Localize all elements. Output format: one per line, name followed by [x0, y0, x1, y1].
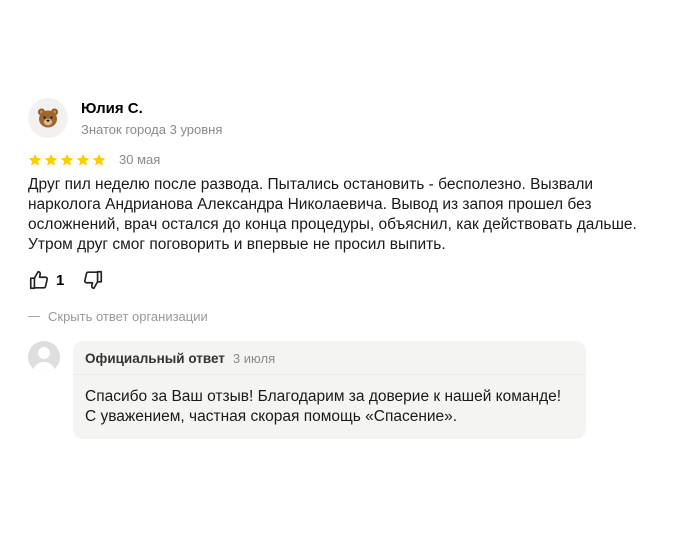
author-row: Юлия С. Знаток города 3 уровня [28, 98, 668, 139]
dash-divider [28, 316, 40, 317]
thumbs-down-icon [84, 270, 103, 290]
star-icon [28, 153, 42, 166]
hide-reply-label: Скрыть ответ организации [48, 309, 208, 324]
reply-title: Официальный ответ [85, 351, 225, 366]
review-text: Друг пил неделю после развода. Пытались … [28, 176, 637, 253]
star-icon [44, 153, 58, 166]
dislike-button[interactable] [82, 269, 104, 291]
reply-header: Официальный ответ 3 июля [73, 341, 586, 375]
reply-text: Спасибо за Ваш отзыв! Благодарим за дове… [85, 388, 562, 425]
bear-icon [38, 108, 58, 128]
like-count: 1 [56, 271, 65, 289]
star-icon [92, 153, 106, 166]
star-icon [60, 153, 74, 166]
official-reply: Официальный ответ 3 июля Спасибо за Ваш … [28, 341, 668, 439]
star-icon [76, 153, 90, 166]
reply-date: 3 июля [232, 351, 276, 366]
author-avatar[interactable] [28, 98, 68, 138]
author-info: Юлия С. Знаток города 3 уровня [81, 98, 222, 139]
author-level: Знаток города 3 уровня [81, 122, 223, 137]
star-rating [28, 153, 106, 167]
thumbs-up-icon [29, 270, 49, 290]
organization-avatar [28, 341, 60, 373]
review-date: 30 мая [119, 152, 161, 167]
person-icon [33, 347, 55, 373]
reply-bubble: Официальный ответ 3 июля Спасибо за Ваш … [73, 341, 586, 439]
hide-reply-toggle[interactable]: Скрыть ответ организации [28, 309, 668, 324]
reactions: 1 [28, 269, 668, 291]
like-button[interactable]: 1 [28, 269, 64, 291]
author-name[interactable]: Юлия С. [81, 100, 222, 118]
review-card: Юлия С. Знаток города 3 уровня 30 мая Др… [28, 98, 668, 439]
rating-row: 30 мая [28, 152, 668, 167]
